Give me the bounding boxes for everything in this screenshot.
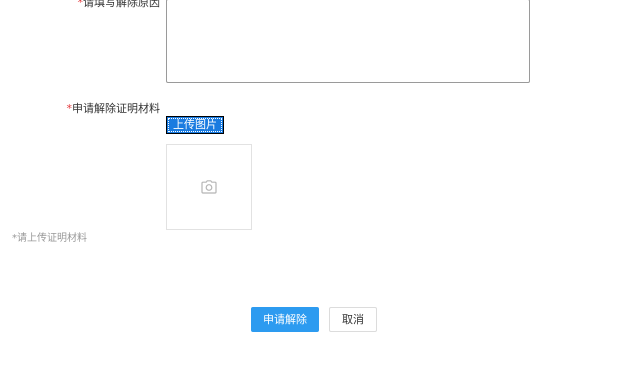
cancel-button[interactable]: 取消: [329, 307, 377, 332]
proof-label: *申请解除证明材料: [67, 102, 161, 116]
reason-textarea[interactable]: [166, 0, 530, 83]
upload-image-button[interactable]: 上传图片: [166, 116, 224, 134]
upload-hint: *请上传证明材料: [12, 233, 87, 245]
hint-text: 请上传证明材料: [17, 233, 87, 244]
camera-icon: [201, 180, 217, 194]
apply-release-button[interactable]: 申请解除: [251, 307, 319, 332]
reason-label-text: 请填写解除原因: [83, 0, 160, 9]
reason-label: *请填写解除原因: [78, 0, 161, 10]
photo-upload-box[interactable]: [166, 144, 252, 230]
proof-label-text: 申请解除证明材料: [72, 102, 160, 115]
